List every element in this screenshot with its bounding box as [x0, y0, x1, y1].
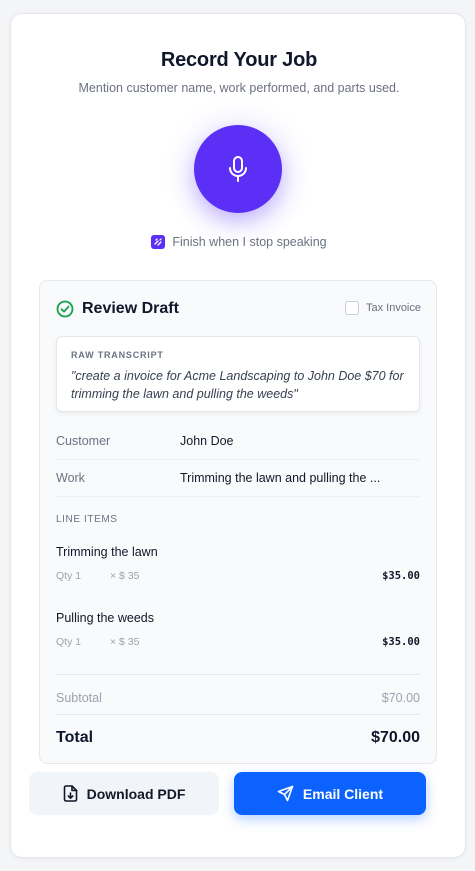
line-item[interactable]: Trimming the lawn Qty 1 × $ 35 $35.00: [56, 545, 420, 582]
line-item-name: Pulling the weeds: [56, 611, 154, 625]
transcript-label: RAW TRANSCRIPT: [71, 350, 164, 360]
tax-invoice-label: Tax Invoice: [365, 302, 421, 314]
file-download-icon: [63, 785, 77, 802]
work-row[interactable]: Work Trimming the lawn and pulling the .…: [56, 460, 420, 497]
total-row: Total $70.00: [56, 729, 420, 747]
tax-invoice-toggle[interactable]: Tax Invoice: [344, 301, 421, 315]
email-client-label: Email Client: [302, 785, 384, 802]
divider: [56, 714, 420, 715]
line-item-amount: $35.00: [382, 570, 420, 582]
auto-stop-option[interactable]: Finish when I stop speaking: [11, 235, 467, 249]
work-value[interactable]: Trimming the lawn and pulling the ...: [180, 471, 400, 485]
tax-invoice-checkbox[interactable]: [344, 301, 359, 315]
subtotal-row: Subtotal $70.00: [56, 691, 420, 705]
line-item-meta: Qty 1 × $ 35 $35.00: [56, 636, 420, 648]
record-button[interactable]: [194, 125, 282, 213]
line-item-meta: Qty 1 × $ 35 $35.00: [56, 570, 420, 582]
divider: [56, 674, 420, 675]
line-item-name: Trimming the lawn: [56, 545, 158, 559]
customer-row[interactable]: Customer John Doe: [56, 423, 420, 460]
line-items-label: LINE ITEMS: [56, 514, 118, 525]
download-pdf-button[interactable]: Download PDF: [29, 772, 219, 815]
record-job-card: Record Your Job Mention customer name, w…: [10, 13, 466, 858]
total-label: Total: [56, 729, 94, 746]
transcript-text: "create a invoice for Acme Landscaping t…: [71, 369, 404, 401]
line-item[interactable]: Pulling the weeds Qty 1 × $ 35 $35.00: [56, 611, 420, 648]
review-draft-panel: Review Draft Tax Invoice RAW TRANSCRIPT …: [39, 280, 437, 764]
customer-value[interactable]: John Doe: [180, 434, 400, 448]
line-item-rate: × $ 35: [110, 570, 140, 582]
line-item-qty: Qty 1: [56, 636, 82, 648]
raw-transcript-box: RAW TRANSCRIPT "create a invoice for Acm…: [56, 336, 420, 412]
page-subtitle: Mention customer name, work performed, a…: [78, 81, 400, 95]
subtotal-value: $70.00: [381, 691, 420, 705]
microphone-icon: [229, 156, 247, 182]
review-header: Review Draft: [56, 300, 179, 318]
total-value: $70.00: [371, 729, 420, 746]
auto-stop-label: Finish when I stop speaking: [172, 235, 327, 249]
review-title: Review Draft: [82, 300, 179, 317]
line-item-rate: × $ 35: [110, 636, 140, 648]
send-icon: [277, 785, 294, 802]
auto-stop-icon: [151, 235, 166, 249]
download-pdf-label: Download PDF: [86, 785, 186, 802]
work-label: Work: [56, 471, 85, 485]
line-item-qty: Qty 1: [56, 570, 82, 582]
customer-label: Customer: [56, 434, 111, 448]
line-item-amount: $35.00: [382, 636, 420, 648]
page-title: Record Your Job: [160, 49, 318, 71]
subtotal-label: Subtotal: [56, 691, 102, 705]
check-circle-icon: [56, 300, 74, 318]
email-client-button[interactable]: Email Client: [234, 772, 426, 815]
